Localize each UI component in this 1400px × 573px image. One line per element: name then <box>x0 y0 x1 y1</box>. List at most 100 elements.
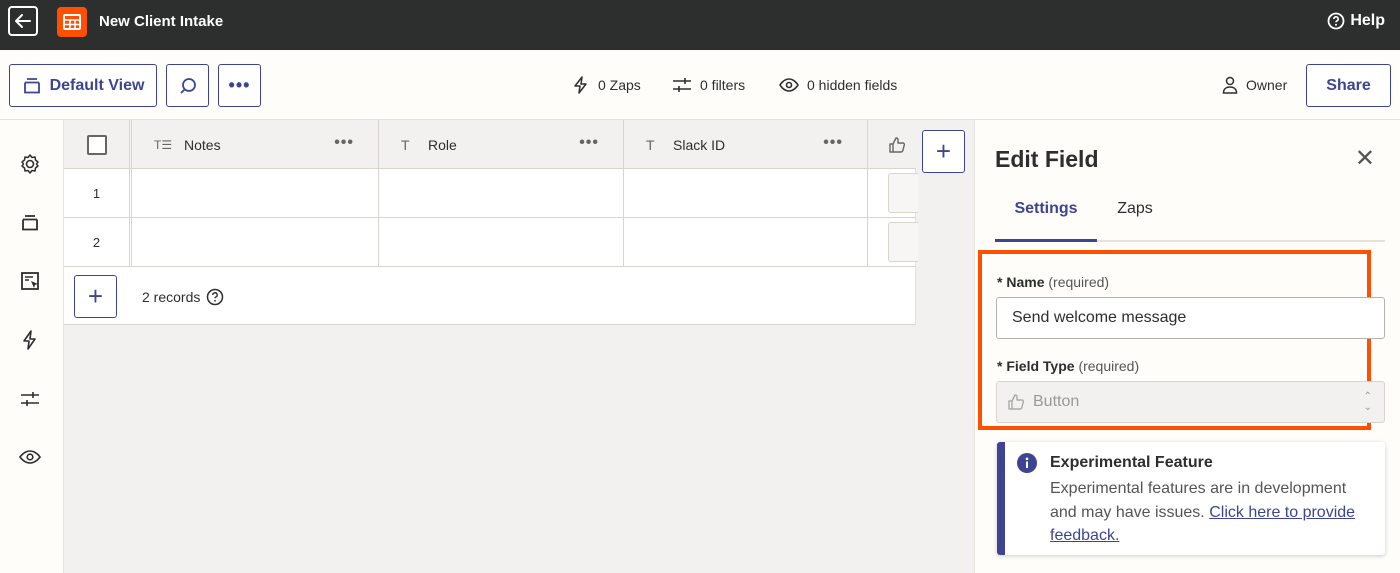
interfaces-icon[interactable] <box>18 269 42 293</box>
cell-role[interactable] <box>379 218 624 266</box>
zaps-lightning-icon[interactable] <box>18 328 42 352</box>
filters-icon[interactable] <box>18 387 42 411</box>
share-button[interactable]: Share <box>1306 64 1391 107</box>
select-all-cell <box>64 120 132 169</box>
table-row[interactable]: 1 <box>64 169 918 218</box>
cell-slack-id[interactable] <box>624 169 868 217</box>
long-text-icon: T☰ <box>154 137 173 152</box>
cell-slack-id[interactable] <box>624 218 868 266</box>
name-field-label: * Name (required) <box>997 274 1109 290</box>
panel-tabs: Settings Zaps <box>995 200 1385 242</box>
table-area: T☰ Notes ••• T Role ••• T Slack ID ••• 1 <box>64 120 974 573</box>
user-icon <box>1222 76 1238 94</box>
info-icon <box>1017 453 1037 473</box>
required-asterisk: * <box>997 358 1007 374</box>
settings-gear-icon[interactable] <box>18 152 42 176</box>
help-button[interactable]: Help <box>1327 12 1385 30</box>
search-button[interactable] <box>166 64 209 107</box>
hidden-fields-eye-icon[interactable] <box>18 445 42 469</box>
cell-notes[interactable] <box>134 218 379 266</box>
name-input[interactable]: Send welcome message <box>996 297 1385 339</box>
filter-sliders-icon <box>673 78 691 92</box>
back-button[interactable] <box>8 6 38 36</box>
top-bar: New Client Intake Help <box>0 0 1400 50</box>
filters-stat[interactable]: 0 filters <box>672 76 745 94</box>
question-circle-icon[interactable] <box>206 288 224 306</box>
column-header-slack-id[interactable]: T Slack ID ••• <box>624 120 868 169</box>
thumbs-up-icon <box>1008 394 1025 410</box>
app-title: New Client Intake <box>99 13 224 30</box>
plus-icon: + <box>935 136 952 166</box>
table-header: T☰ Notes ••• T Role ••• T Slack ID ••• <box>64 120 916 169</box>
tab-settings[interactable]: Settings <box>995 200 1097 242</box>
name-label-text: Name <box>1006 274 1045 290</box>
cell-button[interactable] <box>868 218 918 266</box>
records-count: 2 records <box>142 288 224 306</box>
thumbs-up-icon <box>889 136 906 153</box>
view-stack-icon <box>23 77 40 93</box>
add-field-button[interactable]: + <box>922 130 965 173</box>
data-table: T☰ Notes ••• T Role ••• T Slack ID ••• 1 <box>64 120 918 325</box>
cell-notes[interactable] <box>134 169 379 217</box>
table-row[interactable]: 2 <box>64 218 918 267</box>
row-action-button[interactable] <box>888 222 918 262</box>
owner-label: Owner <box>1246 77 1288 93</box>
row-number: 1 <box>64 169 132 217</box>
plus-icon: + <box>87 281 104 311</box>
zaps-stat[interactable]: 0 Zaps <box>572 76 641 94</box>
views-stack-icon[interactable] <box>18 211 42 235</box>
add-record-button[interactable]: + <box>74 275 117 318</box>
row-number: 2 <box>64 218 132 266</box>
text-icon: T <box>401 136 410 153</box>
field-type-value: Button <box>1033 393 1080 410</box>
hidden-fields-stat[interactable]: 0 hidden fields <box>779 76 897 94</box>
column-header-role[interactable]: T Role ••• <box>379 120 624 169</box>
callout-body: Experimental features are in development… <box>1050 477 1370 548</box>
required-asterisk: * <box>997 274 1007 290</box>
more-dots-icon: ••• <box>228 75 251 95</box>
lightning-icon <box>574 76 587 94</box>
cell-role[interactable] <box>379 169 624 217</box>
column-menu-icon[interactable]: ••• <box>579 134 599 152</box>
column-label: Role <box>428 136 457 153</box>
row-action-button[interactable] <box>888 173 918 213</box>
callout-title: Experimental Feature <box>1050 454 1213 471</box>
column-header-button[interactable] <box>868 120 916 169</box>
column-menu-icon[interactable]: ••• <box>823 134 843 152</box>
type-label-text: Field Type <box>1006 358 1075 374</box>
zaps-label: 0 Zaps <box>598 77 641 93</box>
column-header-notes[interactable]: T☰ Notes ••• <box>134 120 379 169</box>
help-label: Help <box>1350 12 1385 29</box>
eye-icon <box>779 78 799 92</box>
view-label: Default View <box>49 76 145 94</box>
question-circle-icon <box>1327 12 1345 30</box>
owner-badge: Owner <box>1222 76 1287 94</box>
left-nav <box>0 120 64 573</box>
cell-button[interactable] <box>868 169 918 217</box>
edit-field-panel: Edit Field ✕ Settings Zaps * Name (requi… <box>974 120 1400 573</box>
column-label: Slack ID <box>673 136 726 153</box>
records-label: 2 records <box>142 289 201 305</box>
chevron-up-down-icon: ⌃ ⌄ <box>1363 391 1372 413</box>
column-menu-icon[interactable]: ••• <box>334 134 354 152</box>
close-icon[interactable]: ✕ <box>1355 144 1375 173</box>
field-type-label: * Field Type (required) <box>997 358 1139 374</box>
select-all-checkbox[interactable] <box>86 134 107 155</box>
column-label: Notes <box>184 136 221 153</box>
search-icon <box>179 77 196 94</box>
tables-logo-icon <box>57 7 87 37</box>
arrow-left-icon <box>15 14 31 28</box>
more-options-button[interactable]: ••• <box>218 64 261 107</box>
text-icon: T <box>646 136 655 153</box>
filters-label: 0 filters <box>700 77 746 93</box>
tab-zaps[interactable]: Zaps <box>1097 200 1173 242</box>
panel-title: Edit Field <box>995 146 1099 172</box>
default-view-button[interactable]: Default View <box>9 64 157 107</box>
experimental-callout: Experimental Feature Experimental featur… <box>997 442 1385 555</box>
required-hint: (required) <box>1078 358 1140 374</box>
toolbar: Default View ••• 0 Zaps 0 filters 0 hidd… <box>0 50 1400 120</box>
hidden-fields-label: 0 hidden fields <box>807 77 898 93</box>
field-type-select[interactable]: Button ⌃ ⌄ <box>996 381 1385 423</box>
required-hint: (required) <box>1048 274 1110 290</box>
share-label: Share <box>1326 76 1371 94</box>
